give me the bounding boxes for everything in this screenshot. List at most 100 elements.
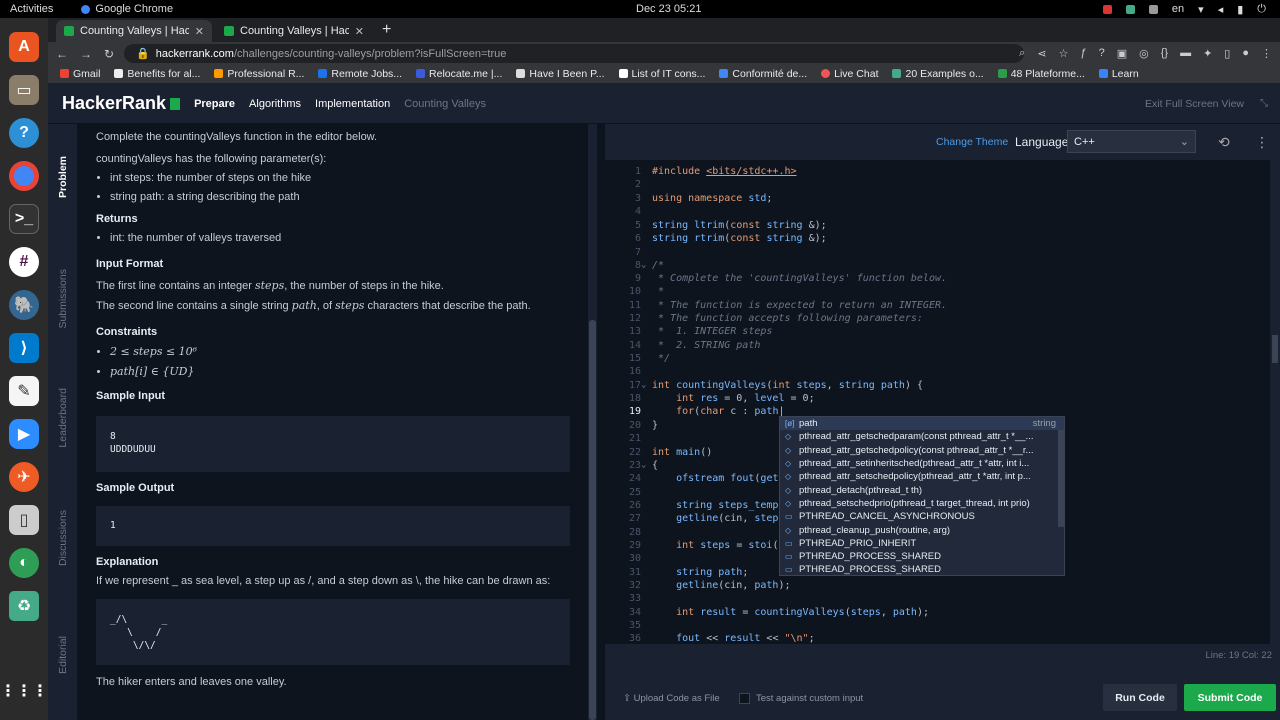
browser-tab-2[interactable]: Counting Valleys | Hacker ✕ xyxy=(216,20,372,42)
bookmark-item[interactable]: Relocate.me |... xyxy=(416,68,502,80)
autocomplete-item[interactable]: ◇ pthread_attr_getschedparam(const pthrea… xyxy=(780,430,1064,443)
power-icon[interactable]: ⏻ xyxy=(1257,3,1266,16)
tab-editorial[interactable]: Editorial xyxy=(48,636,78,674)
run-code-button[interactable]: Run Code xyxy=(1103,684,1177,711)
close-icon[interactable]: ✕ xyxy=(195,25,204,38)
reload-icon[interactable]: ↻ xyxy=(104,47,114,61)
bookmark-item[interactable]: List of IT cons... xyxy=(618,68,705,80)
bookmark-item[interactable]: Benefits for al... xyxy=(114,68,200,80)
show-apps-icon[interactable]: ⋮⋮⋮ xyxy=(0,676,48,706)
battery-icon[interactable]: ▮ xyxy=(1237,3,1243,16)
autocomplete-item[interactable]: ▭ PTHREAD_CANCEL_ASYNCHRONOUS xyxy=(780,510,1064,523)
zoom-icon[interactable]: ⌕ xyxy=(1019,47,1025,60)
bookmark-item[interactable]: Gmail xyxy=(60,68,100,80)
extension-icon[interactable]: ◎ xyxy=(1139,47,1149,60)
ubuntu-software-icon[interactable]: A xyxy=(9,32,39,62)
menu-icon[interactable]: ⋮ xyxy=(1261,47,1272,60)
collapse-icon[interactable]: ⤡ xyxy=(1260,98,1268,109)
activities-button[interactable]: Activities xyxy=(10,3,53,15)
autocomplete-item[interactable]: [ø] path string xyxy=(780,417,1064,431)
tab-problem[interactable]: Problem xyxy=(48,156,78,198)
autocomplete-popup[interactable]: [ø] path string ◇ pthread_attr_getschedparam… xyxy=(779,416,1065,576)
chrome-dock-icon[interactable] xyxy=(9,161,39,191)
slack-icon[interactable]: # xyxy=(9,247,39,277)
extension-icon[interactable]: {} xyxy=(1161,47,1168,60)
custom-input-label[interactable]: Test against custom input xyxy=(756,693,863,704)
record-icon[interactable] xyxy=(1102,4,1112,14)
autocomplete-item[interactable]: ▭ PTHREAD_PROCESS_SHARED xyxy=(780,550,1064,563)
terminal-icon[interactable]: >_ xyxy=(9,204,39,234)
back-icon[interactable]: ← xyxy=(56,47,68,61)
zoom-icon[interactable]: ▶ xyxy=(9,419,39,449)
text-editor-icon[interactable]: ✎ xyxy=(9,376,39,406)
postgres-icon[interactable]: 🐘 xyxy=(9,290,39,320)
close-icon[interactable]: ✕ xyxy=(355,25,364,38)
new-tab-button[interactable]: + xyxy=(382,21,391,39)
bookmark-item[interactable]: Have I Been P... xyxy=(516,68,605,80)
custom-input-checkbox[interactable] xyxy=(739,692,750,704)
code-editor[interactable]: #include <bits/stdc++.h> using namespace… xyxy=(605,160,1270,644)
tab-submissions[interactable]: Submissions xyxy=(48,269,78,329)
hackerrank-logo[interactable]: HackerRank xyxy=(62,93,181,114)
forward-icon[interactable]: → xyxy=(80,47,92,61)
bookmark-item[interactable]: Learn xyxy=(1098,68,1139,80)
share-icon[interactable]: ⋖ xyxy=(1037,47,1046,60)
usb-drive-icon[interactable]: ▯ xyxy=(9,505,39,535)
files-icon[interactable]: ▭ xyxy=(9,75,39,105)
system-tray[interactable]: en ▾ ◂ ▮ ⏻ xyxy=(1102,3,1266,16)
more-options-icon[interactable]: ⋮ xyxy=(1255,134,1269,151)
language-select[interactable]: C++ ⌄ xyxy=(1067,130,1196,153)
bookmark-item[interactable]: 20 Examples o... xyxy=(892,68,984,80)
bookmark-item[interactable]: 48 Plateforme... xyxy=(997,68,1085,80)
autocomplete-item[interactable]: ◇ pthread_cleanup_push(routine, arg) xyxy=(780,523,1064,536)
tab-discussions[interactable]: Discussions xyxy=(48,510,78,566)
chat-icon[interactable] xyxy=(1125,4,1135,14)
problem-scrollbar[interactable] xyxy=(588,124,597,720)
volume-icon[interactable]: ◂ xyxy=(1218,3,1224,16)
extension-icon[interactable]: ▬ xyxy=(1180,47,1191,60)
vscode-icon[interactable]: ⟩ xyxy=(9,333,39,363)
autocomplete-item[interactable]: ▭ PTHREAD_PROCESS_SHARED xyxy=(780,563,1064,575)
puzzle-icon[interactable]: ✦ xyxy=(1203,47,1212,60)
editor-scrollbar[interactable] xyxy=(1270,160,1280,644)
autocomplete-item[interactable]: ◇ pthread_detach(pthread_t th) xyxy=(780,483,1064,496)
bookmark-item[interactable]: Professional R... xyxy=(214,68,304,80)
clock[interactable]: Dec 23 05:21 xyxy=(636,3,701,15)
exit-fullscreen-link[interactable]: Exit Full Screen View xyxy=(1145,98,1244,110)
language-indicator[interactable]: en xyxy=(1172,3,1184,15)
wifi-icon[interactable]: ▾ xyxy=(1198,3,1204,16)
extension-icon[interactable]: ƒ xyxy=(1080,47,1086,60)
address-bar[interactable]: 🔒 hackerrank.com/challenges/counting-vall… xyxy=(124,44,1024,63)
autocomplete-item[interactable]: ◇ pthread_attr_setinheritsched(pthread_at… xyxy=(780,457,1064,470)
profile-avatar[interactable]: ● xyxy=(1242,47,1249,60)
autocomplete-item[interactable]: ◇ pthread_attr_setschedpolicy(pthread_att… xyxy=(780,470,1064,483)
postman-icon[interactable]: ✈ xyxy=(9,462,39,492)
autocomplete-item[interactable]: ◇ pthread_attr_getschedpolicy(const pthre… xyxy=(780,444,1064,457)
autocomplete-item[interactable]: ◇ pthread_setschedprio(pthread_t target_t… xyxy=(780,497,1064,510)
bookmark-item[interactable]: Live Chat xyxy=(821,68,878,80)
history-icon[interactable]: ⟲ xyxy=(1218,134,1230,151)
chevron-down-icon[interactable]: ⌄ xyxy=(641,460,646,470)
autocomplete-item[interactable]: ▭ PTHREAD_PRIO_INHERIT xyxy=(780,537,1064,550)
help-icon[interactable]: ? xyxy=(9,118,39,148)
chevron-down-icon[interactable]: ⌄ xyxy=(641,380,646,390)
trash-icon[interactable]: ♻ xyxy=(9,591,39,621)
browser-tab-1[interactable]: Counting Valleys | Hacker ✕ xyxy=(56,20,212,42)
submit-code-button[interactable]: Submit Code xyxy=(1184,684,1276,711)
extension-icon[interactable]: ? xyxy=(1099,47,1105,60)
crumb-implementation[interactable]: Implementation xyxy=(315,98,390,110)
pane-resize-handle[interactable] xyxy=(597,124,605,720)
bookmark-item[interactable]: Remote Jobs... xyxy=(318,68,402,80)
clipboard-icon[interactable] xyxy=(1148,4,1158,14)
scrollbar-thumb[interactable] xyxy=(1272,335,1278,363)
crumb-prepare[interactable]: Prepare xyxy=(194,98,235,110)
bookmark-star-icon[interactable]: ☆ xyxy=(1059,47,1069,60)
change-theme-link[interactable]: Change Theme xyxy=(936,136,1008,148)
extension-icon[interactable]: ▣ xyxy=(1117,47,1127,60)
upload-code-button[interactable]: ⇪ Upload Code as File xyxy=(623,693,720,704)
app-menu[interactable]: Google Chrome xyxy=(81,3,173,15)
scrollbar-thumb[interactable] xyxy=(589,320,596,720)
globe-icon[interactable]: ◐ xyxy=(9,548,39,578)
chevron-down-icon[interactable]: ⌄ xyxy=(641,260,646,270)
bookmark-item[interactable]: Conformité de... xyxy=(719,68,807,80)
